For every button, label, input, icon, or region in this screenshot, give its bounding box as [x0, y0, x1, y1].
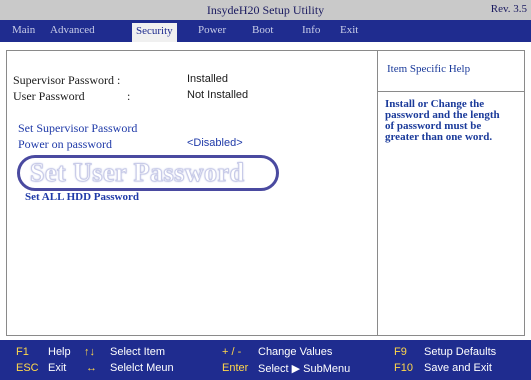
main-panel: Supervisor Password : Installed User Pas… [6, 50, 525, 336]
leftright-arrows-icon: ↔ [86, 362, 97, 374]
key-f1: F1 [16, 346, 29, 358]
updown-arrows-icon: ↑↓ [84, 346, 95, 358]
key-updown-desc: Select Item [110, 346, 166, 358]
supervisor-password-label: Supervisor Password : [13, 73, 121, 87]
set-user-password-item[interactable]: Set User Password [17, 155, 279, 191]
tab-power[interactable]: Power [198, 24, 226, 40]
key-esc-desc: Exit [48, 362, 67, 374]
help-line: greater than one word. [385, 131, 493, 143]
title-bar: InsydeH20 Setup Utility Rev. 3.5 [0, 0, 531, 20]
key-plusminus-desc: Change Values [258, 346, 333, 358]
help-text: Install or Change the password and the l… [385, 99, 525, 143]
key-f10: F10 [394, 362, 413, 374]
power-on-password-label[interactable]: Power on password [18, 137, 112, 152]
user-password-colon: : [127, 89, 131, 103]
key-enter-desc: Select ▶ SubMenu [258, 363, 351, 375]
key-plusminus: + / - [222, 346, 242, 358]
tab-info[interactable]: Info [302, 24, 320, 40]
key-f9: F9 [394, 346, 407, 358]
tab-main[interactable]: Main [12, 24, 35, 40]
key-esc: ESC [16, 362, 39, 374]
tab-exit[interactable]: Exit [340, 24, 358, 40]
revision-label: Rev. 3.5 [490, 3, 527, 15]
key-legend-bar: F1 Help ↑↓ Select Item + / - Change Valu… [0, 340, 531, 380]
key-leftright-desc: Selelct Meun [110, 362, 174, 374]
help-separator [378, 91, 524, 92]
help-title: Item Specific Help [387, 63, 471, 75]
tab-advanced[interactable]: Advanced [50, 24, 95, 40]
key-f1-desc: Help [48, 346, 71, 358]
key-enter: Enter [222, 362, 249, 374]
set-supervisor-password-item[interactable]: Set Supervisor Password [18, 121, 137, 136]
supervisor-password-value: Installed [187, 73, 228, 85]
set-all-hdd-password-item[interactable]: Set ALL HDD Password [25, 191, 139, 203]
menu-bar: Main Advanced Security Power Boot Info E… [0, 20, 531, 42]
panel-divider [377, 51, 378, 335]
tab-boot[interactable]: Boot [252, 24, 273, 40]
set-user-password-label: Set User Password [30, 158, 245, 188]
power-on-password-value[interactable]: <Disabled> [187, 137, 243, 149]
tab-security[interactable]: Security [132, 23, 177, 42]
user-password-value: Not Installed [187, 89, 249, 101]
key-f9-desc: Setup Defaults [424, 346, 497, 358]
window-title: InsydeH20 Setup Utility [206, 3, 325, 17]
key-f10-desc: Save and Exit [424, 362, 492, 374]
user-password-label: User Password [13, 89, 85, 103]
